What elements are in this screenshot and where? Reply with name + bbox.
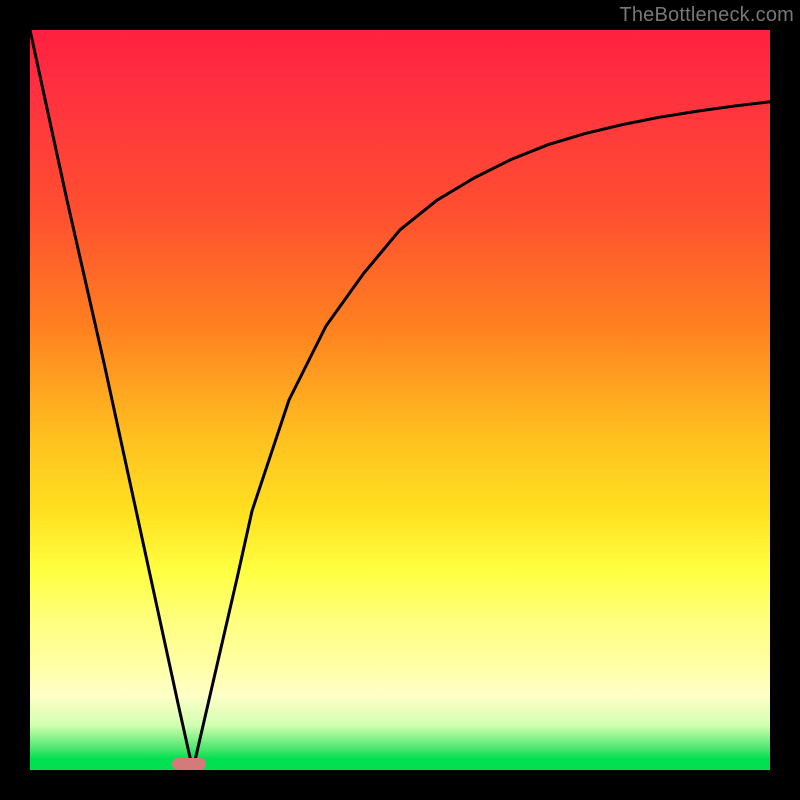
bottleneck-curve [30,30,770,770]
curve-svg [30,30,770,770]
watermark-text: TheBottleneck.com [619,4,794,27]
plot-area [30,30,770,770]
chart-container: TheBottleneck.com [0,0,800,800]
minimum-marker [172,758,205,770]
